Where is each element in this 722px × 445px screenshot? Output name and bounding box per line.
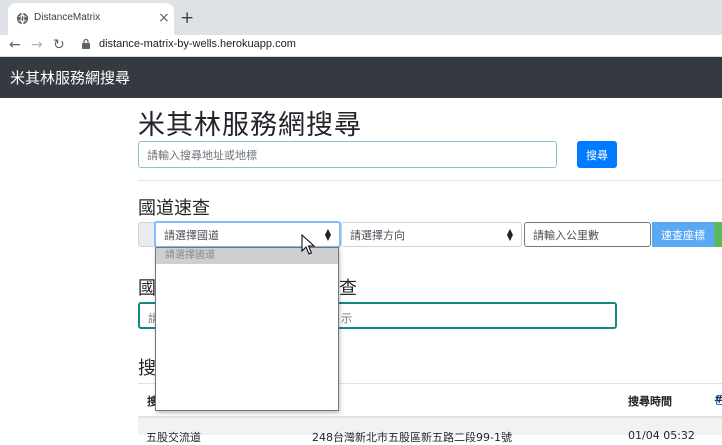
browser-toolbar: ← → ↻ distance-matrix-by-wells.herokuapp… bbox=[0, 35, 722, 57]
close-tab-icon[interactable]: × bbox=[158, 8, 170, 28]
navbar-brand[interactable]: 米其林服務網搜尋 bbox=[10, 67, 130, 88]
browser-tab[interactable]: DistanceMatrix × bbox=[8, 3, 174, 35]
row-time: 01/04 05:32 bbox=[628, 429, 695, 442]
app-navbar: 米其林服務網搜尋 bbox=[0, 57, 722, 98]
extra-button-edge[interactable] bbox=[714, 222, 722, 247]
divider bbox=[138, 180, 722, 181]
row-address: 248台灣新北市五股區新五路二段99-1號 bbox=[312, 431, 512, 444]
row-name: 五股交流道 bbox=[146, 431, 201, 444]
section2-input-right: 示 bbox=[341, 312, 352, 325]
results-heading: 搜 bbox=[138, 358, 156, 379]
search-button[interactable]: 搜尋 bbox=[577, 141, 617, 168]
km-input[interactable]: 請輸入公里數 bbox=[524, 222, 651, 247]
new-tab-icon[interactable]: + bbox=[180, 6, 194, 30]
forward-icon[interactable]: → bbox=[31, 35, 43, 55]
reload-icon[interactable]: ↻ bbox=[53, 35, 65, 55]
road-select-value: 請選擇國道 bbox=[164, 228, 219, 242]
table-row[interactable]: 五股交流道 248台灣新北市五股區新五路二段99-1號 01/04 05:32 bbox=[138, 418, 722, 444]
section2-heading-right: 查 bbox=[339, 278, 357, 299]
page-title: 米其林服務網搜尋 bbox=[138, 110, 362, 141]
highway-heading: 國道速查 bbox=[138, 198, 210, 219]
direction-select-value: 請選擇方向 bbox=[350, 228, 405, 242]
back-icon[interactable]: ← bbox=[9, 35, 21, 55]
direction-select[interactable]: 請選擇方向 ▲ ▼ bbox=[341, 222, 522, 247]
search-input[interactable]: 請輸入搜尋地址或地標 bbox=[138, 141, 557, 168]
table-header-time: 搜尋時間 bbox=[628, 395, 672, 408]
mouse-cursor-icon bbox=[301, 234, 316, 255]
select-arrows-icon: ▲ ▼ bbox=[506, 227, 513, 242]
address-bar[interactable]: distance-matrix-by-wells.herokuapp.com bbox=[99, 38, 296, 50]
section2-heading-left: 國 bbox=[138, 278, 156, 299]
road-select-dropdown[interactable]: 請選擇國道 bbox=[155, 247, 339, 411]
lock-icon[interactable] bbox=[81, 38, 91, 50]
input-group-prepend bbox=[138, 222, 155, 247]
browser-tabbar: DistanceMatrix × + bbox=[0, 0, 722, 35]
globe-icon bbox=[16, 12, 29, 25]
checkbox-icon[interactable] bbox=[716, 395, 722, 405]
select-arrows-icon: ▲ ▼ bbox=[324, 227, 331, 242]
tab-title: DistanceMatrix bbox=[34, 12, 101, 23]
quick-locate-button[interactable]: 速查座標 bbox=[652, 222, 714, 247]
